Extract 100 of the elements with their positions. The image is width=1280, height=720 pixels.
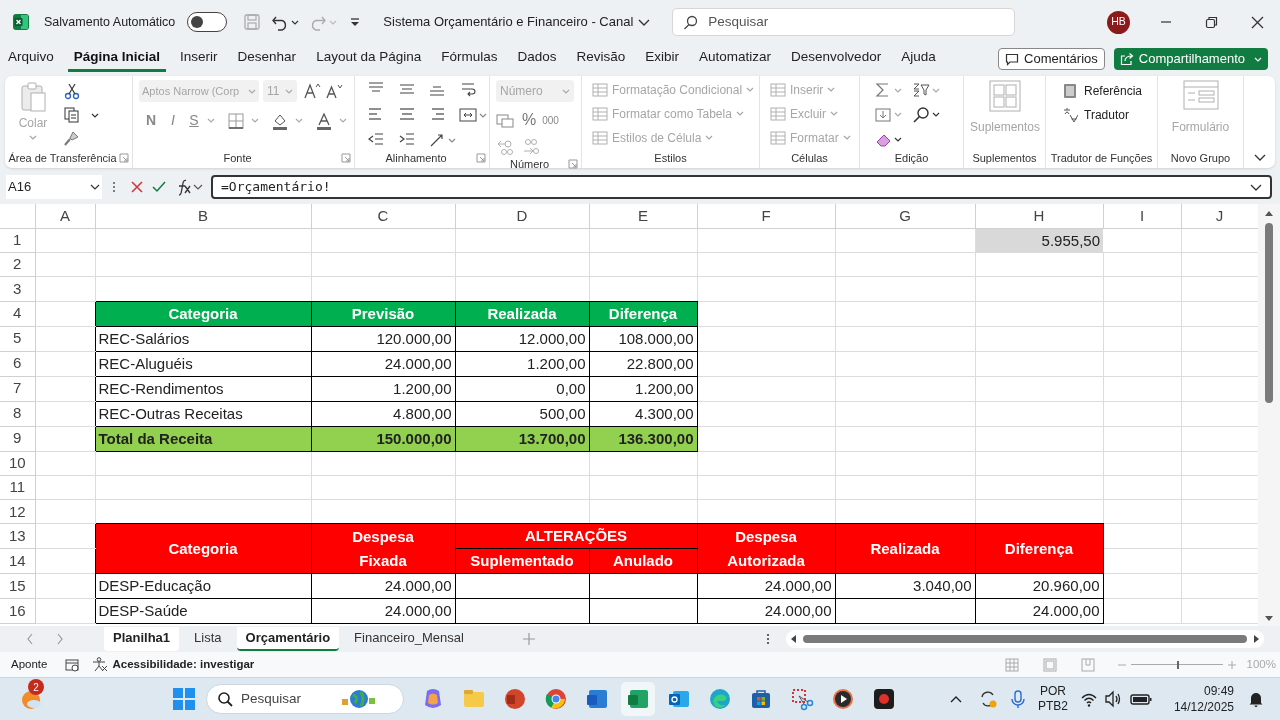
column-header[interactable]: J [1215,206,1224,224]
dialog-launcher-icon[interactable] [341,153,351,163]
snipping-tool-icon[interactable] [790,687,814,711]
accessibility-icon[interactable] [92,657,109,672]
menu-tab[interactable]: Layout da Página [310,46,428,72]
column-header[interactable]: E [638,206,648,224]
row-header[interactable]: 13 [8,527,26,545]
menu-tab[interactable]: Página Inicial [67,46,167,72]
horizontal-scrollbar-thumb[interactable] [803,635,1247,643]
chevron-down-icon[interactable] [638,17,651,27]
sheet-tab[interactable]: Financeiro_Mensal [345,627,473,651]
caret-icon[interactable] [894,136,902,144]
fill-down-icon[interactable] [874,106,892,124]
row-header[interactable]: 7 [13,379,22,397]
row-header[interactable]: 4 [13,304,22,322]
caret-icon[interactable] [932,111,940,119]
keyboard-layout[interactable]: PTB2 [1037,699,1068,714]
accessibility-status[interactable]: Acessibilidade: investigar [112,655,255,674]
menu-tab[interactable]: Dados [511,46,563,72]
more-icon[interactable] [766,633,770,645]
clock-date[interactable]: 14/12/2025 [1173,699,1234,715]
increase-font-icon[interactable] [303,82,321,100]
chevron-down-icon[interactable] [193,183,203,191]
sheet-tab[interactable]: Orçamentário [236,627,340,651]
name-box[interactable]: A16 [6,175,102,199]
borders-icon[interactable] [227,111,245,130]
next-sheet-icon[interactable] [56,633,64,645]
chevron-up-icon[interactable] [949,694,962,704]
copy-icon[interactable] [63,106,81,124]
user-avatar[interactable]: HB [1107,10,1130,34]
restore-icon[interactable] [1205,15,1218,29]
row-header[interactable]: 12 [8,502,26,520]
row-header[interactable]: 16 [8,602,26,620]
row-header[interactable]: 11 [9,478,26,496]
scroll-down-icon[interactable] [1264,615,1274,622]
column-header[interactable]: A [60,206,70,224]
menu-tab[interactable]: Ajuda [895,46,942,72]
column-header[interactable]: B [198,206,208,224]
sheet-tab[interactable]: Planilha1 [104,627,180,651]
column-header[interactable]: G [899,206,911,224]
autosave-toggle[interactable] [187,12,228,32]
search-field[interactable]: Pesquisar [672,8,1016,36]
row-header[interactable]: 9 [13,429,22,447]
translator-menu-button[interactable]: Referência [1062,82,1143,100]
media-player-icon[interactable] [831,687,855,711]
caret-icon[interactable] [91,111,99,119]
row-header[interactable]: 1 [13,231,22,248]
sort-filter-icon[interactable] [912,81,930,100]
share-button[interactable]: Compartilhamento [1113,48,1268,70]
menu-tab[interactable]: Arquivo [2,46,60,72]
menu-tab[interactable]: Desenhar [231,46,303,72]
battery-icon[interactable] [1129,692,1152,706]
align-center-icon[interactable] [397,105,416,123]
menu-tab[interactable]: Desenvolvedor [785,46,888,72]
menu-tab[interactable]: Exibir [639,46,686,72]
scroll-right-icon[interactable] [1253,634,1260,644]
caret-icon[interactable] [291,18,300,26]
scissors-icon[interactable] [63,82,81,100]
macro-record-icon[interactable] [65,657,81,672]
dialog-launcher-icon[interactable] [119,153,129,163]
column-header[interactable]: F [761,206,771,224]
collapse-ribbon-icon[interactable] [1253,153,1266,162]
scroll-up-icon[interactable] [1264,210,1274,217]
menu-tab[interactable]: Revisão [570,46,632,72]
search-icon[interactable] [912,106,930,124]
enter-icon[interactable] [152,180,166,194]
microphone-icon[interactable] [1009,689,1026,709]
row-header[interactable]: 8 [13,404,22,422]
format-painter-icon[interactable] [63,130,81,148]
column-header[interactable]: H [1033,206,1045,224]
menu-tab[interactable]: Automatizar [693,46,778,72]
screen-recorder-icon[interactable] [872,687,896,711]
cancel-icon[interactable] [130,180,144,194]
row-header[interactable]: 3 [13,279,22,297]
column-header[interactable]: C [377,206,389,224]
comments-button[interactable]: Comentários [998,48,1105,70]
translator-menu-button[interactable]: Tradutor [1062,106,1143,124]
translate-icon[interactable] [1062,107,1078,123]
formula-input[interactable]: =Orçamentário! [211,175,1272,199]
taskbar-search-field[interactable]: Pesquisar [206,684,404,714]
customize-toolbar-icon[interactable] [349,16,362,28]
menu-tab[interactable]: Fórmulas [435,46,504,72]
notifications-icon[interactable] [1248,690,1264,708]
close-icon[interactable] [1251,15,1264,29]
menu-tab[interactable]: Inserir [174,46,224,72]
input-language[interactable]: POR [1039,684,1066,699]
windows-start-icon[interactable] [172,687,196,711]
row-header[interactable]: 6 [13,354,22,372]
text-orientation-icon[interactable] [428,131,446,149]
row-header[interactable]: 2 [13,255,22,273]
scroll-left-icon[interactable] [790,634,797,644]
column-header[interactable]: D [516,206,528,224]
dialog-launcher-icon[interactable] [476,153,486,163]
row-header[interactable]: 5 [13,329,22,347]
column-header[interactable]: I [1139,206,1145,224]
font-color-icon[interactable] [315,111,333,130]
zoom-slider-thumb[interactable] [1176,660,1179,669]
volume-icon[interactable] [1103,690,1122,708]
increase-decimal-icon[interactable] [496,138,514,156]
merge-cells-icon[interactable] [458,106,477,124]
